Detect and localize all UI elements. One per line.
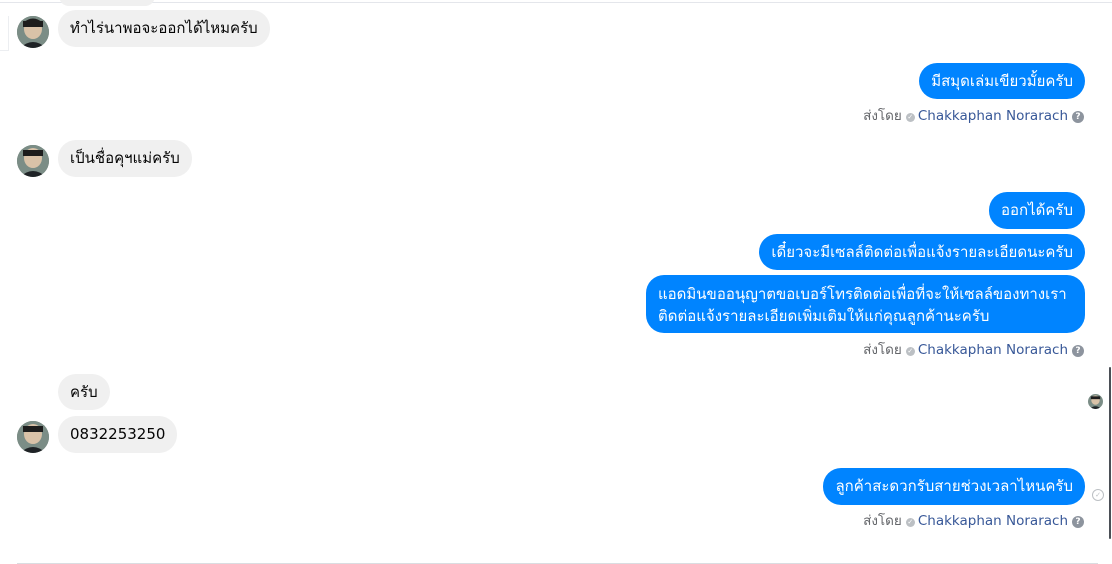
sent-by-label: ส่งโดย xyxy=(863,108,902,124)
avatar-icon xyxy=(17,16,49,48)
seen-avatar-icon xyxy=(1088,394,1103,409)
question-circle-icon[interactable]: ? xyxy=(1072,345,1084,357)
outgoing-message[interactable]: ออกได้ครับ xyxy=(989,192,1085,229)
incoming-message[interactable]: ทำไร่นาพอจะออกได้ไหมครับ xyxy=(58,10,270,47)
customer-avatar[interactable] xyxy=(17,145,49,177)
sent-by-line: ส่งโดย ✓ Chakkaphan Norarach? xyxy=(863,512,1084,530)
incoming-message[interactable]: เป็นชื่อคุฯแม่ครับ xyxy=(58,140,192,177)
outgoing-message[interactable]: มีสมุดเล่มเขียวมั้ยครับ xyxy=(919,63,1085,99)
question-circle-icon[interactable]: ? xyxy=(1072,111,1084,123)
top-divider xyxy=(0,2,1112,3)
agent-name-link[interactable]: Chakkaphan Norarach xyxy=(918,342,1068,358)
question-circle-icon[interactable]: ? xyxy=(1072,516,1084,528)
incoming-message[interactable]: ครับ xyxy=(58,374,110,410)
outgoing-message[interactable]: ลูกค้าสะดวกรับสายช่วงเวลาไหนครับ xyxy=(823,468,1085,505)
check-circle-icon: ✓ xyxy=(905,347,915,356)
check-circle-icon: ✓ xyxy=(905,113,915,122)
sent-by-label: ส่งโดย xyxy=(863,342,902,358)
scrollbar-thumb[interactable] xyxy=(1109,367,1111,539)
avatar-icon xyxy=(17,145,49,177)
sent-by-label: ส่งโดย xyxy=(863,513,902,529)
outgoing-message[interactable]: แอดมินขออนุญาตขอเบอร์โทรติดต่อเพื่อที่จะ… xyxy=(646,275,1085,333)
left-edge-tab xyxy=(0,16,9,51)
sent-by-line: ส่งโดย ✓ Chakkaphan Norarach? xyxy=(863,107,1084,125)
outgoing-message[interactable]: เดี๋ยวจะมีเซลล์ติดต่อเพื่อแจ้งรายละเอียด… xyxy=(759,234,1085,270)
customer-avatar[interactable] xyxy=(17,421,49,453)
agent-name-link[interactable]: Chakkaphan Norarach xyxy=(918,513,1068,529)
incoming-message[interactable]: 0832253250 xyxy=(58,416,178,453)
check-circle-icon: ✓ xyxy=(905,518,915,527)
avatar-icon xyxy=(17,421,49,453)
delivered-check-icon: ✓ xyxy=(1092,489,1104,501)
agent-name-link[interactable]: Chakkaphan Norarach xyxy=(918,108,1068,124)
sent-by-line: ส่งโดย ✓ Chakkaphan Norarach? xyxy=(863,341,1084,359)
customer-avatar[interactable] xyxy=(17,16,49,48)
previous-message-bubble xyxy=(59,0,155,6)
avatar-icon xyxy=(1088,394,1103,409)
